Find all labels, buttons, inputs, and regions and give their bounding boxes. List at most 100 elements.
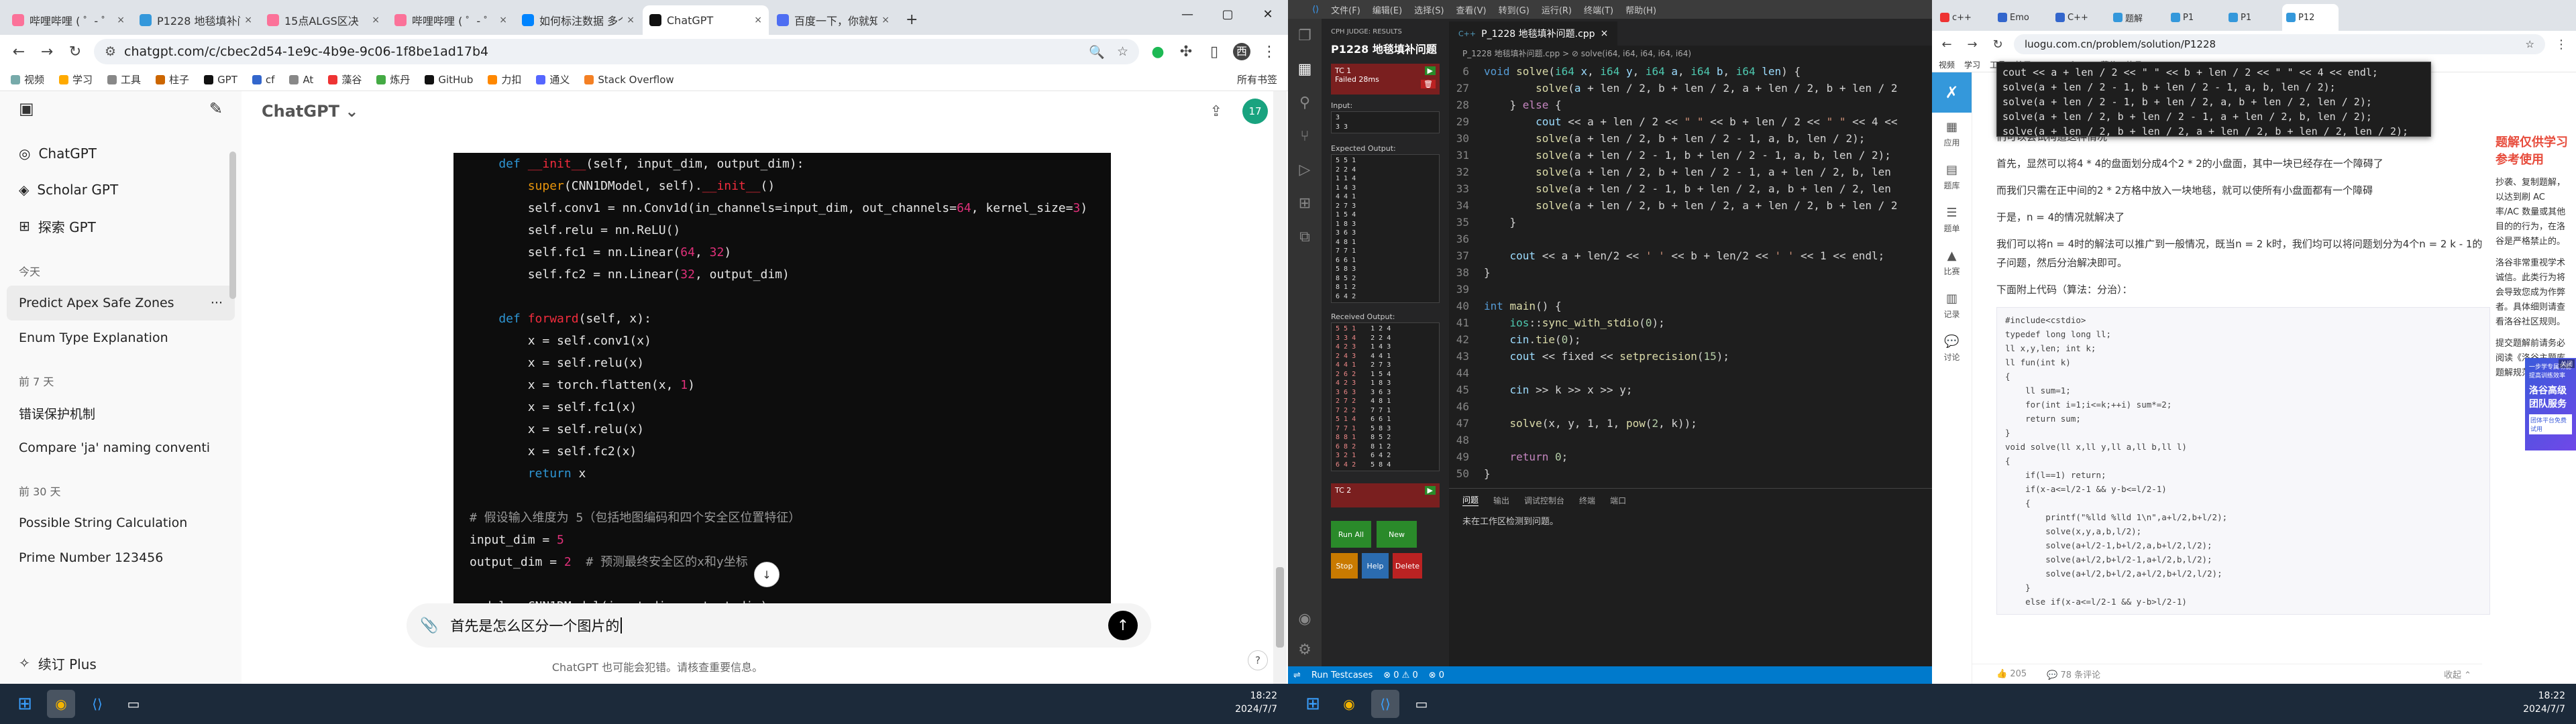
panel-tab[interactable]: 问题 (1462, 494, 1479, 506)
omnibox-right[interactable]: luogu.com.cn/problem/solution/P1228 ☆ (2014, 34, 2545, 54)
search-icon[interactable]: ⚲ (1288, 86, 1322, 119)
explorer-icon[interactable]: ❐ (1288, 19, 1322, 52)
file-tab[interactable]: C++ P_1228 地毯填补问题.cpp × (1449, 21, 1618, 46)
bookmark-item[interactable]: 学习 (59, 72, 93, 86)
tab-close-icon[interactable]: × (244, 15, 252, 25)
bookmark-item[interactable]: 工具 (107, 72, 141, 86)
bookmark-item[interactable]: 通义 (536, 72, 570, 86)
sidebar-nav-item[interactable]: ◎ ChatGPT (0, 135, 241, 172)
tc2-run-icon[interactable]: ▶ (1424, 486, 1436, 495)
tab-close-icon[interactable]: × (499, 15, 507, 25)
all-bookmarks[interactable]: 所有书签 (1237, 72, 1277, 86)
vscode-taskbar-icon[interactable]: ⟨⟩ (1371, 690, 1399, 718)
browser-tab[interactable]: c++ (1936, 4, 1992, 31)
renew-plus-button[interactable]: ✧ 续订 Plus (0, 645, 115, 681)
profile-icon[interactable]: 西 (1233, 43, 1250, 60)
tab-close-icon[interactable]: × (881, 15, 890, 25)
new-testcase-button[interactable]: New (1377, 521, 1417, 548)
ad-banner[interactable]: 一步学专属功能 提高训练效率 洛谷高级团队服务 团体平台免费试用 关闭 (2525, 358, 2576, 450)
star-icon[interactable]: ☆ (2526, 38, 2534, 50)
luogu-logo[interactable]: ✗ (1932, 72, 1972, 113)
bookmark-item[interactable]: Stack Overflow (584, 74, 674, 86)
browser-tab[interactable]: 如何标注数据 多个 × (515, 5, 641, 35)
panel-tab[interactable]: 输出 (1493, 495, 1509, 506)
clock-left[interactable]: 18:22 2024/7/7 (1235, 689, 1277, 716)
run-all-button[interactable]: Run All (1331, 521, 1371, 548)
browser-tab[interactable]: Emo (1994, 4, 2050, 31)
history-item[interactable]: 错误保护机制 (0, 396, 241, 430)
cph-icon[interactable]: ▦ (1288, 52, 1322, 86)
star-icon[interactable]: ☆ (1117, 44, 1128, 59)
model-selector[interactable]: ChatGPT ⌄ (262, 102, 359, 121)
clock-right[interactable]: 18:22 2024/7/7 (2523, 689, 2565, 716)
luogu-nav-item[interactable]: ▤ 题库 (1932, 156, 1972, 198)
terminal-taskbar-icon[interactable]: ▭ (119, 690, 148, 718)
menu-item[interactable]: 选择(S) (1414, 3, 1444, 16)
like-button[interactable]: 👍 205 (1996, 669, 2027, 679)
share-icon[interactable]: ⇪ (1210, 103, 1222, 120)
luogu-nav-item[interactable]: ▦ 应用 (1932, 113, 1972, 156)
tc1-expected[interactable]: 5 5 1 2 2 41 1 4 1 4 34 4 1 2 7 31 5 41 8 3… (1331, 154, 1440, 303)
zoom-icon[interactable]: 🔍 (1089, 44, 1105, 60)
history-item[interactable]: Possible String Calculation (0, 505, 241, 540)
avatar[interactable]: 17 (1242, 99, 1268, 124)
browser-tab[interactable]: 哔哩哔哩 ( ゜- ゜)つロ × (388, 5, 514, 35)
history-item[interactable]: Enum Type Explanation (0, 320, 241, 355)
remote-status-icon[interactable]: ⇌ (1293, 670, 1301, 680)
luogu-nav-item[interactable]: ☰ 题单 (1932, 198, 1972, 241)
bookmark-item[interactable]: 力扣 (488, 72, 521, 86)
menu-item[interactable]: 运行(R) (1542, 3, 1572, 16)
new-tab-icon[interactable]: + (898, 11, 926, 35)
history-item[interactable]: Prime Number 123456 (0, 540, 241, 575)
sidebar-icon[interactable]: ▯ (1205, 44, 1224, 60)
close-window-icon[interactable]: ✕ (1248, 0, 1288, 29)
history-item[interactable]: Predict Apex Safe Zones ··· (7, 286, 235, 320)
run-debug-icon[interactable]: ▷ (1288, 153, 1322, 186)
browser-tab[interactable]: P12 (2282, 4, 2339, 31)
page-scrollbar-thumb[interactable] (1276, 567, 1284, 648)
extensions-icon[interactable]: ⊞ (1288, 186, 1322, 220)
tab-close-icon[interactable]: × (627, 15, 635, 25)
tab-close-icon[interactable]: × (117, 15, 125, 25)
close-icon[interactable]: × (1601, 28, 1609, 39)
chrome-taskbar-icon[interactable]: ◉ (47, 690, 75, 718)
browser-tab[interactable]: 15点ALGS区决 × (260, 5, 386, 35)
menu-icon[interactable]: ⋮ (1260, 44, 1279, 60)
reload-icon[interactable]: ↻ (66, 44, 85, 60)
menu-icon[interactable]: ⋮ (2552, 38, 2571, 52)
browser-tab[interactable]: 哔哩哔哩 ( ゜- ゜)つロ × (5, 5, 131, 35)
settings-icon[interactable]: ⚙ (1288, 633, 1322, 666)
tc1-header[interactable]: TC 1 Failed 28ms ▶ 🗑 (1331, 64, 1440, 95)
tab-close-icon[interactable]: × (754, 15, 762, 25)
windows-start-icon[interactable]: ⊞ (1299, 690, 1327, 718)
luogu-nav-item[interactable]: ▥ 记录 (1932, 284, 1972, 327)
bookmark-item[interactable]: 柱子 (156, 72, 189, 86)
ad-close-button[interactable]: 关闭 (2558, 359, 2575, 368)
problems-status[interactable]: ⊗ 0 ⚠ 0 (1383, 670, 1418, 680)
code-editor[interactable]: 6 void solve(i64 x, i64 y, i64 a, i64 b, … (1449, 60, 1932, 482)
chrome-taskbar-icon[interactable]: ◉ (1335, 690, 1363, 718)
delete-button[interactable]: Delete (1393, 553, 1422, 579)
page-scrollbar[interactable] (1273, 91, 1287, 684)
forward-icon[interactable]: → (1963, 38, 1982, 52)
attach-icon[interactable]: 📎 (420, 617, 438, 634)
sidebar-nav-item[interactable]: ⊞ 探索 GPT (0, 208, 241, 244)
luogu-nav-item[interactable]: 💬 讨论 (1932, 327, 1972, 370)
panel-tab[interactable]: 终端 (1579, 495, 1595, 506)
toggle-sidebar-icon[interactable]: ▣ (19, 99, 34, 118)
bookmark-item[interactable]: 视频 (1939, 59, 1955, 70)
tc2-header[interactable]: TC 2 ▶ (1331, 483, 1440, 507)
menu-item[interactable]: 终端(T) (1584, 3, 1613, 16)
maximize-icon[interactable]: ▢ (1208, 0, 1248, 29)
browser-tab[interactable]: C++ (2051, 4, 2108, 31)
message-input[interactable]: 📎 首先是怎么区分一个图片的 ↑ (407, 603, 1151, 648)
menu-item[interactable]: 查看(V) (1456, 3, 1487, 16)
forward-icon[interactable]: → (38, 44, 56, 60)
bookmark-item[interactable]: cf (252, 74, 274, 86)
back-icon[interactable]: ← (9, 44, 28, 60)
account-icon[interactable]: ◉ (1288, 602, 1322, 636)
bookmark-item[interactable]: 视频 (11, 72, 44, 86)
menu-item[interactable]: 编辑(E) (1373, 3, 1402, 16)
bookmark-item[interactable]: GitHub (425, 74, 473, 86)
scroll-down-button[interactable]: ↓ (754, 562, 780, 587)
